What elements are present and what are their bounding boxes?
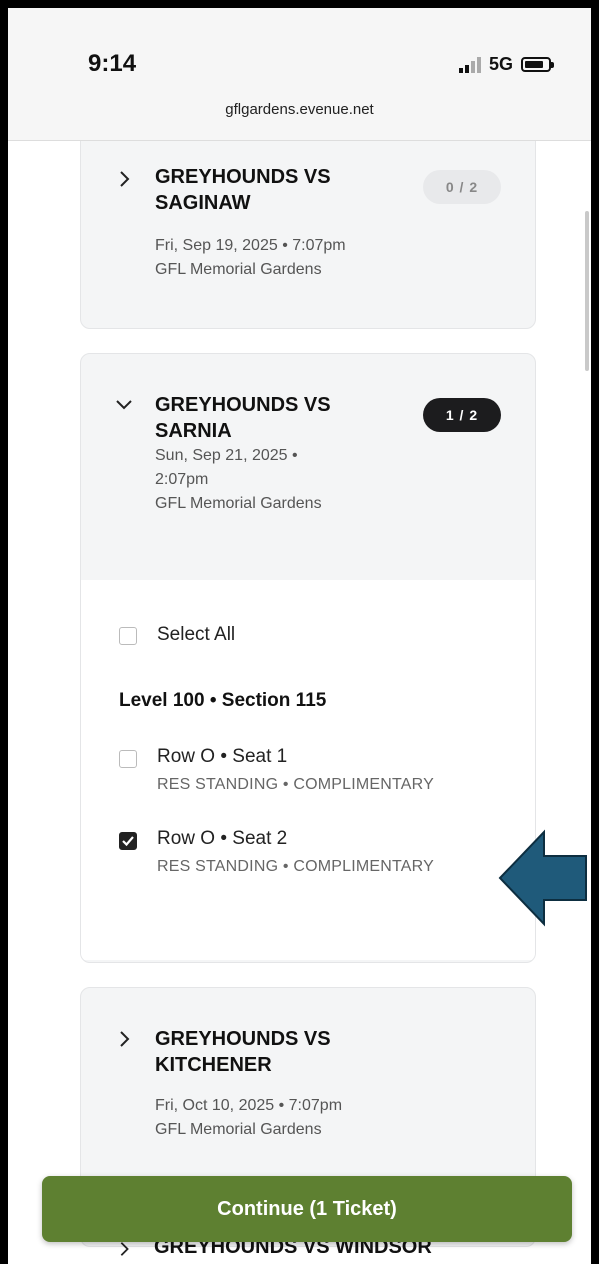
ticket-count-badge: 0 / 2 [423,170,501,204]
ticket-count-badge: 1 / 2 [423,398,501,432]
chevron-right-icon [120,1242,129,1256]
chevron-down-icon[interactable] [115,396,133,414]
scrollbar[interactable] [585,211,589,371]
chevron-right-icon [120,1031,130,1047]
event-title: GREYHOUNDS VS KITCHENER [155,1028,331,1076]
address-bar[interactable]: gflgardens.evenue.net [8,90,591,141]
continue-button[interactable]: Continue (1 Ticket) [42,1176,572,1242]
signal-icon [458,56,481,73]
seat-selection-panel: Select All Level 100 • Section 115 Row O… [81,580,535,960]
seat-type: RES STANDING • COMPLIMENTARY [157,776,435,793]
event-title: GREYHOUNDS VS SAGINAW [155,166,331,214]
event-card-sarnia: GREYHOUNDS VS SARNIA Sun, Sep 21, 2025 •… [80,353,536,963]
event-list: GREYHOUNDS VS SAGINAW Fri, Sep 19, 2025 … [8,141,591,1264]
seat-type: RES STANDING • COMPLIMENTARY [157,858,435,875]
event-title[interactable]: GREYHOUNDS VS SARNIA [155,392,395,444]
event-details: Sun, Sep 21, 2025 • 2:07pm GFL Memorial … [155,447,322,512]
seat-checkbox[interactable] [119,750,137,768]
status-time: 9:14 [88,50,137,77]
seat-label[interactable]: Row O • Seat 2 [157,828,287,850]
event-card-saginaw[interactable]: GREYHOUNDS VS SAGINAW Fri, Sep 19, 2025 … [80,141,536,329]
phone-screen: 9:14 5G gflgardens.evenue.net GREYHOUNDS… [8,8,591,1264]
network-label: 5G [488,54,513,74]
status-icons: 5G [458,54,554,75]
event-details: Fri, Oct 10, 2025 • 7:07pm GFL Memorial … [155,1097,343,1138]
select-all-checkbox[interactable] [119,627,137,645]
checkmark-icon [122,836,134,847]
event-details: Fri, Sep 19, 2025 • 7:07pm GFL Memorial … [155,237,346,278]
select-all-label[interactable]: Select All [157,624,235,646]
status-bar: 9:14 5G [8,8,591,90]
seat-label[interactable]: Row O • Seat 1 [157,746,287,768]
pointer-arrow-icon [498,829,587,927]
section-heading: Level 100 • Section 115 [119,690,327,711]
seat-checkbox-checked[interactable] [119,832,137,850]
chevron-right-icon [120,171,130,187]
battery-icon [521,57,554,72]
